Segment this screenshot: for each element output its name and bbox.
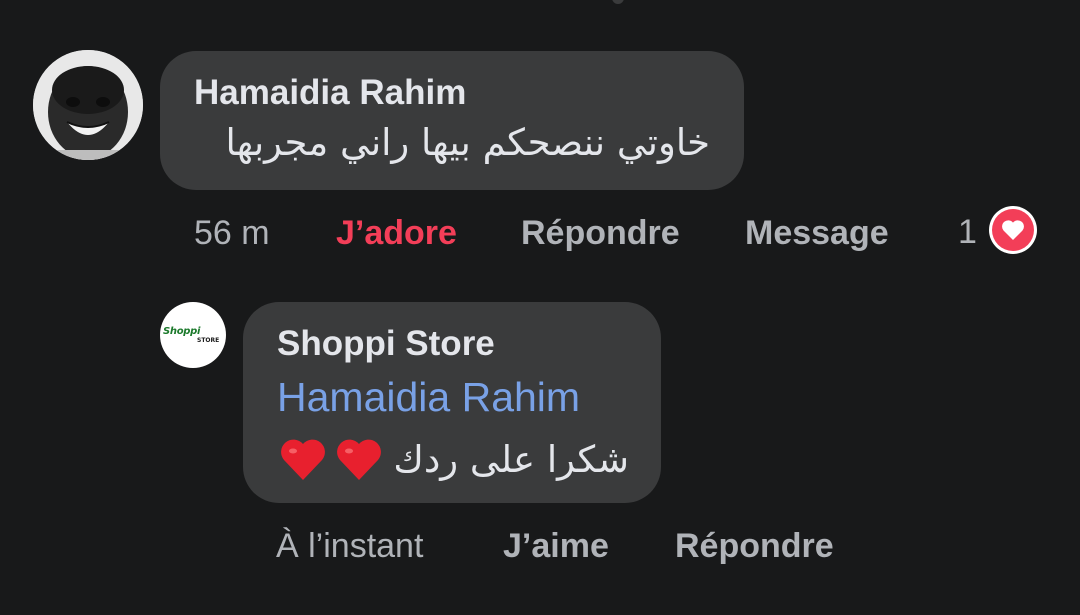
reaction-button[interactable]: J’adore <box>336 214 457 253</box>
comment-text: خاوتي ننصحكم بيها راني مجربها <box>225 121 710 164</box>
reply-bubble[interactable]: Shoppi Store Hamaidia Rahim شكرا على ردك <box>243 302 661 503</box>
comment-bubble[interactable]: Hamaidia Rahim خاوتي ننصحكم بيها راني مج… <box>160 51 744 190</box>
comment-thread: Hamaidia Rahim خاوتي ننصحكم بيها راني مج… <box>0 0 1080 615</box>
reply-time: À l’instant <box>276 527 424 565</box>
reply-text-line: شكرا على ردك <box>279 436 629 482</box>
store-avatar[interactable]: Shoppi STORE <box>160 302 226 368</box>
reply-button[interactable]: Répondre <box>521 214 680 253</box>
mention-link[interactable]: Hamaidia Rahim <box>277 374 580 421</box>
heart-emojis <box>279 436 383 482</box>
comment-time: 56 m <box>194 214 270 252</box>
reply-author[interactable]: Shoppi Store <box>277 324 495 364</box>
heart-icon[interactable] <box>989 206 1037 254</box>
avatar[interactable] <box>33 50 143 160</box>
heart-emoji-icon <box>281 439 326 480</box>
reaction-count[interactable]: 1 <box>958 213 977 252</box>
reply-text: شكرا على ردك <box>393 437 629 481</box>
store-logo-sub: STORE <box>197 337 220 344</box>
previous-comment-edge <box>612 0 624 4</box>
reply-reply-button[interactable]: Répondre <box>675 527 834 566</box>
avatar-photo <box>33 50 143 160</box>
message-button[interactable]: Message <box>745 214 889 253</box>
comment-author[interactable]: Hamaidia Rahim <box>194 73 466 113</box>
store-logo-text: Shoppi <box>163 326 201 337</box>
heart-emoji-icon <box>337 439 382 480</box>
like-button[interactable]: J’aime <box>503 527 609 566</box>
